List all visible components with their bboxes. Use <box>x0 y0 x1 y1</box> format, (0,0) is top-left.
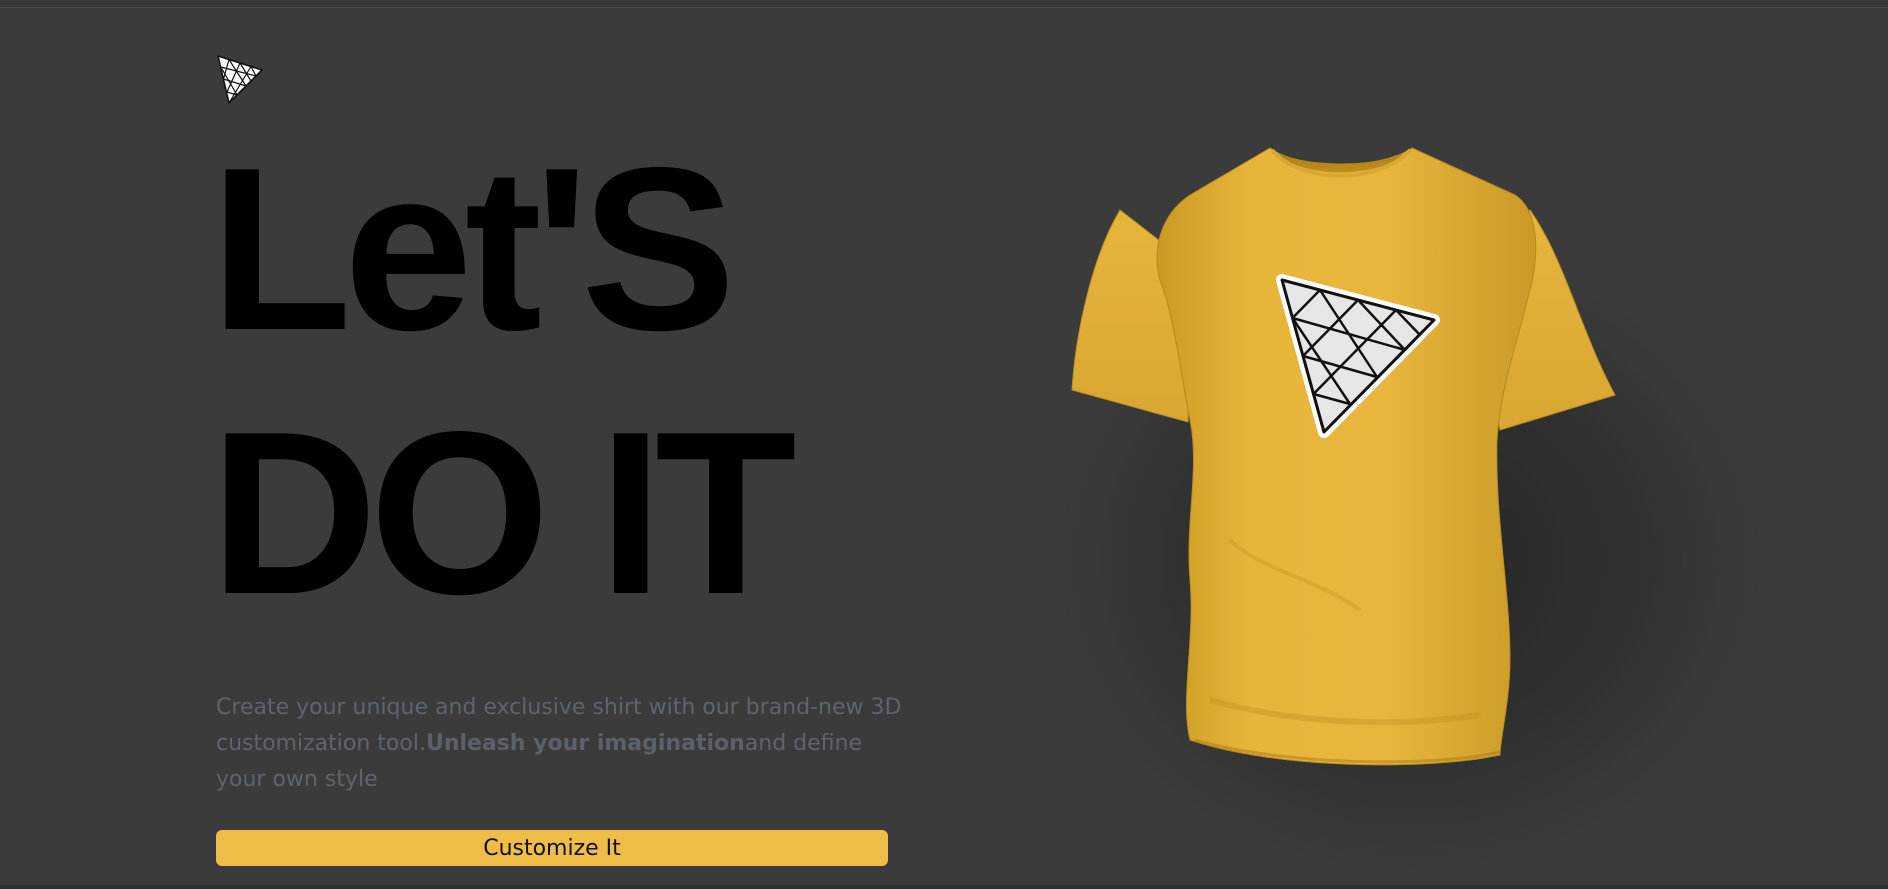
description-highlight: Unleash your imagination <box>425 731 745 756</box>
tshirt-3d-preview[interactable] <box>1060 140 1640 780</box>
headline-line-1: Let'S <box>210 120 736 379</box>
bottom-divider <box>0 885 1888 889</box>
hero-headline: Let'S DO IT <box>210 118 797 646</box>
threejs-logo-icon[interactable] <box>216 54 264 106</box>
customize-it-button[interactable]: Customize It <box>216 830 888 866</box>
headline-line-2: DO IT <box>210 384 797 643</box>
shirt-body <box>1156 147 1537 766</box>
hero-description: Create your unique and exclusive shirt w… <box>216 690 906 798</box>
top-divider <box>0 0 1888 8</box>
